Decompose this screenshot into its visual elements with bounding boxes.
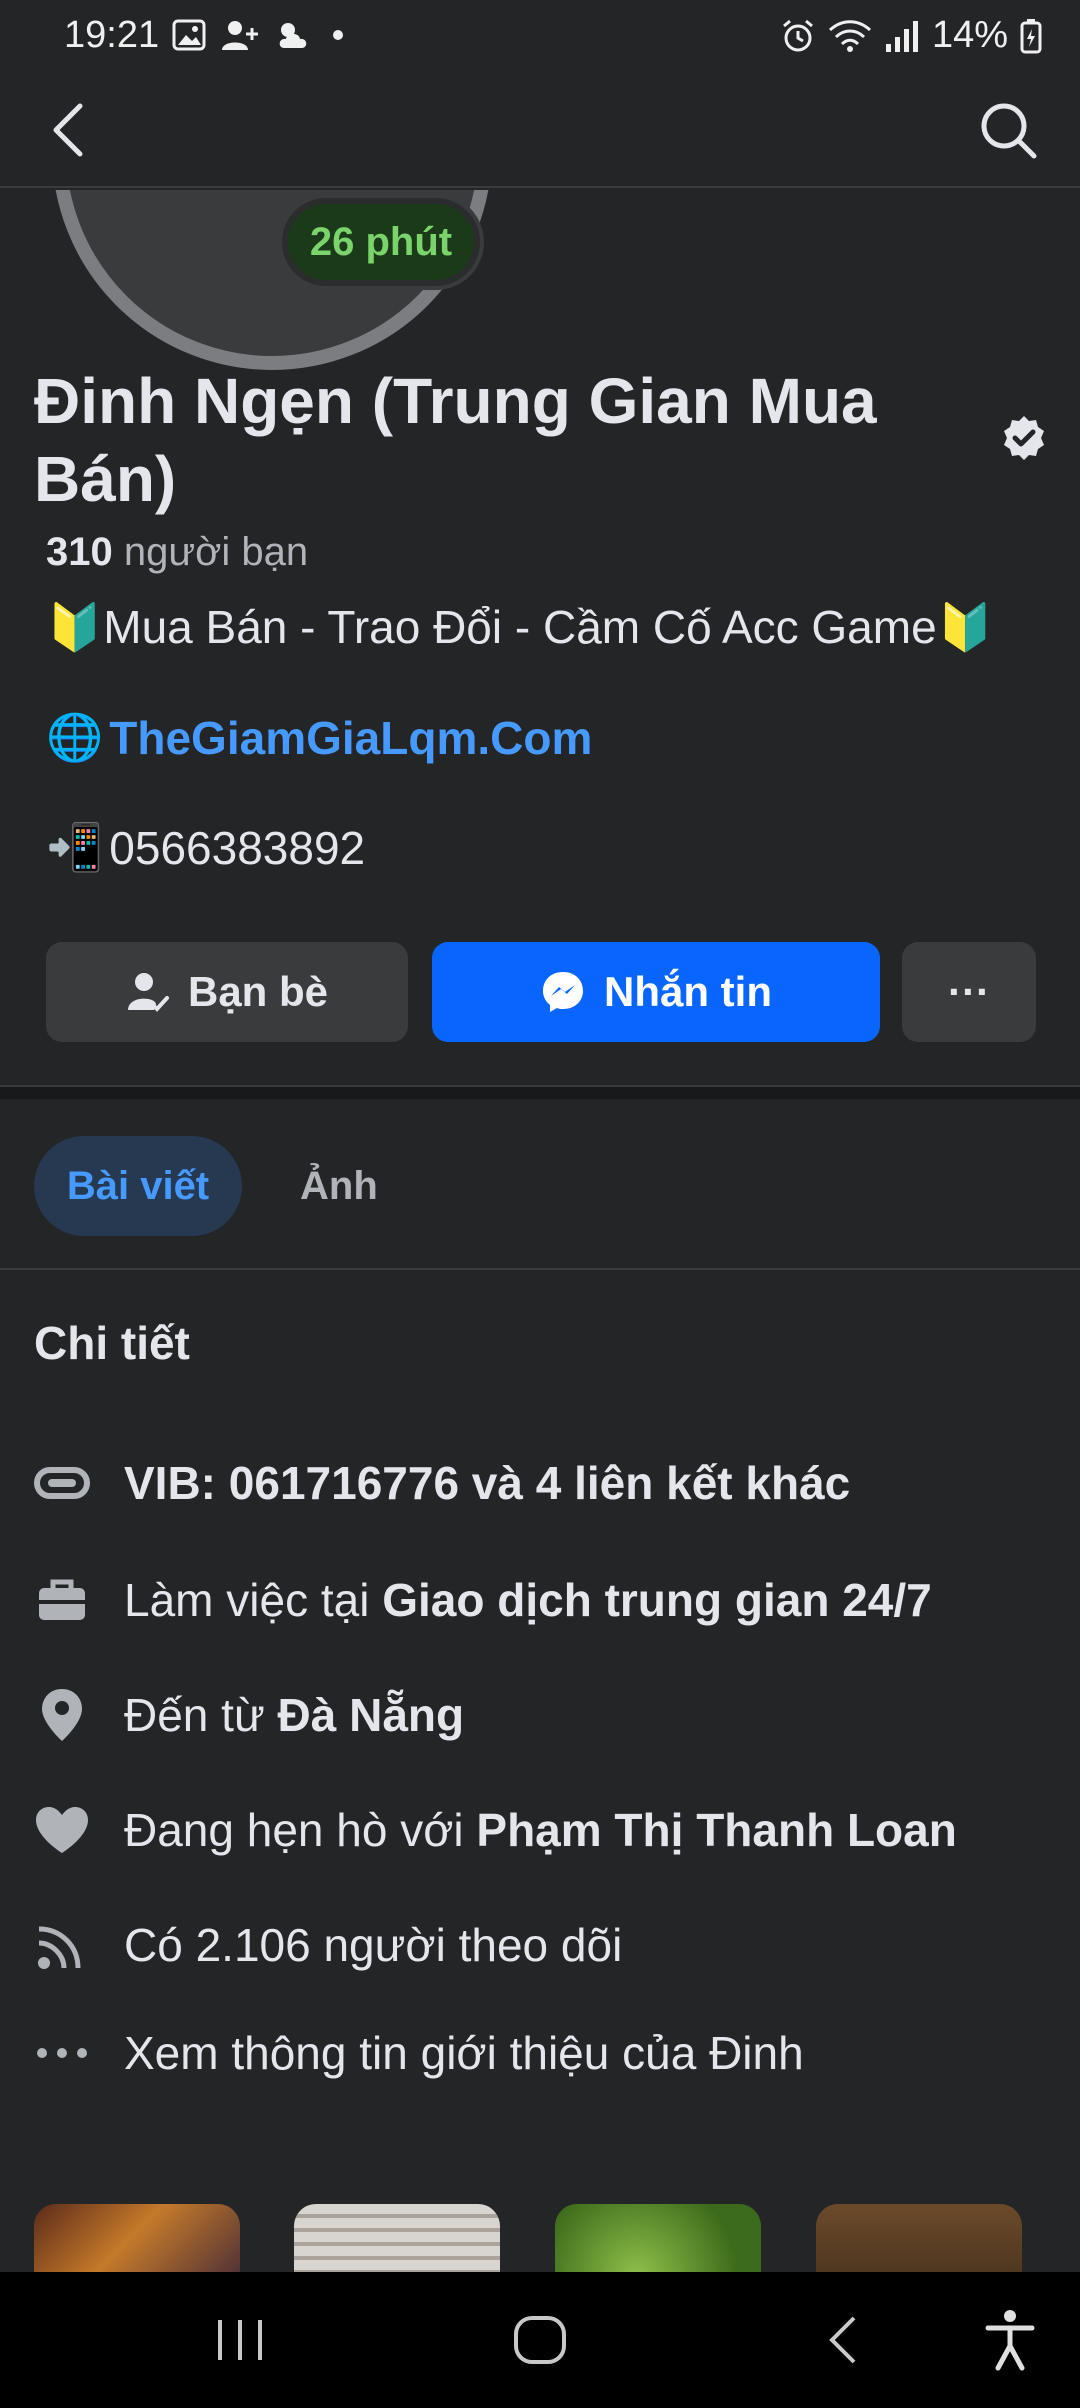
- notification-icons: [172, 18, 348, 52]
- status-bar: 19:21 14%: [0, 0, 1080, 72]
- see-intro-text: Xem thông tin giới thiệu của Đinh: [124, 2027, 804, 2079]
- detail-work[interactable]: Làm việc tại Giao dịch trung gian 24/7: [34, 1565, 1054, 1635]
- detail-work-prefix: Làm việc tại: [124, 1574, 383, 1626]
- featured-photos: [0, 2204, 1080, 2272]
- detail-link-bold: VIB: 061716776: [124, 1457, 460, 1509]
- bio-text: 🔰Mua Bán - Trao Đổi - Cầm Cố Acc Game🔰: [46, 601, 994, 653]
- recent-apps-icon[interactable]: [210, 2316, 270, 2364]
- nav-back-icon[interactable]: [820, 2312, 870, 2368]
- gallery-icon: [172, 19, 206, 51]
- detail-followers[interactable]: Có 2.106 người theo dõi: [34, 1910, 1054, 1980]
- active-time-badge: 26 phút: [282, 198, 480, 286]
- system-nav-bar: [0, 2272, 1080, 2408]
- more-options-button[interactable]: ···: [902, 942, 1036, 1042]
- see-intro-link[interactable]: Xem thông tin giới thiệu của Đinh: [34, 2018, 1054, 2088]
- details-title: Chi tiết: [34, 1317, 190, 1369]
- profile-tabs: Bài viết Ảnh: [0, 1112, 1080, 1270]
- featured-photo-1[interactable]: [34, 2204, 240, 2272]
- weather-icon: [279, 23, 307, 48]
- detail-followers-text: Có 2.106 người theo dõi: [124, 1919, 623, 1971]
- friends-number: 310: [46, 530, 113, 574]
- alarm-icon: [782, 19, 813, 51]
- detail-relationship[interactable]: Đang hẹn hò với Phạm Thị Thanh Loan: [34, 1795, 1054, 1865]
- back-arrow-icon[interactable]: [40, 98, 104, 162]
- status-time: 19:21: [64, 14, 160, 56]
- battery-percent: 14%: [931, 14, 1008, 56]
- wifi-icon: [828, 19, 871, 52]
- app-bar: [0, 72, 1080, 188]
- verified-badge-icon: [1004, 416, 1044, 460]
- detail-links[interactable]: VIB: 061716776 và 4 liên kết khác: [34, 1448, 1054, 1518]
- link-icon: [34, 1455, 90, 1511]
- friends-button-label: Bạn bè: [187, 968, 329, 1015]
- friends-label: người bạn: [123, 530, 309, 574]
- detail-from[interactable]: Đến từ Đà Nẵng: [34, 1680, 1054, 1750]
- profile-page: 19:21 14% 26 phút Đinh Ngẹn (Trung Gian …: [0, 0, 1080, 2408]
- friends-count[interactable]: 310 người bạn: [46, 530, 308, 575]
- briefcase-icon: [34, 1572, 90, 1628]
- rss-feed-icon: [34, 1917, 90, 1973]
- section-divider: [0, 1085, 1080, 1099]
- signal-icon: [885, 20, 918, 52]
- location-pin-icon: [34, 1687, 90, 1743]
- phone-line: 📲 0566383892: [46, 820, 365, 875]
- globe-icon: 🌐: [46, 711, 104, 763]
- more-dots-icon: [34, 2025, 90, 2081]
- tab-photos[interactable]: Ảnh: [300, 1136, 378, 1236]
- phone-number: 0566383892: [109, 821, 366, 874]
- message-button[interactable]: Nhắn tin: [432, 942, 880, 1042]
- profile-header: 26 phút Đinh Ngẹn (Trung Gian Mua Bán) 3…: [0, 190, 1080, 1085]
- detail-dating-prefix: Đang hẹn hò với: [124, 1804, 477, 1856]
- home-icon[interactable]: [510, 2312, 570, 2368]
- detail-link-rest: và 4 liên kết khác: [459, 1457, 851, 1509]
- tab-posts[interactable]: Bài viết: [34, 1136, 242, 1236]
- add-friend-icon: [222, 21, 258, 50]
- website-text: TheGiamGiaLqm.Com: [109, 711, 593, 764]
- detail-work-place: Giao dịch trung gian 24/7: [382, 1574, 932, 1626]
- detail-from-prefix: Đến từ: [124, 1689, 278, 1741]
- detail-from-place: Đà Nẵng: [277, 1689, 465, 1741]
- system-status: 14%: [780, 14, 1042, 57]
- message-button-label: Nhắn tin: [604, 968, 772, 1015]
- phone-emoji-icon: 📲: [46, 821, 104, 873]
- action-buttons: Bạn bè Nhắn tin ···: [46, 942, 1036, 1042]
- accessibility-icon[interactable]: [980, 2308, 1040, 2372]
- dot-icon: [333, 30, 343, 40]
- friend-check-icon: [127, 973, 169, 1012]
- website-link[interactable]: 🌐 TheGiamGiaLqm.Com: [46, 710, 592, 765]
- featured-photo-2[interactable]: [294, 2204, 500, 2272]
- messenger-icon: [543, 972, 583, 1012]
- heart-icon: [34, 1802, 90, 1858]
- detail-dating-person: Phạm Thị Thanh Loan: [476, 1804, 957, 1856]
- profile-name: Đinh Ngẹn (Trung Gian Mua Bán): [34, 365, 877, 515]
- featured-photo-3[interactable]: [555, 2204, 761, 2272]
- friends-button[interactable]: Bạn bè: [46, 942, 408, 1042]
- featured-photo-4[interactable]: [816, 2204, 1022, 2272]
- search-icon[interactable]: [976, 98, 1040, 162]
- battery-charging-icon: [1020, 18, 1042, 53]
- more-options-label: ···: [948, 968, 990, 1015]
